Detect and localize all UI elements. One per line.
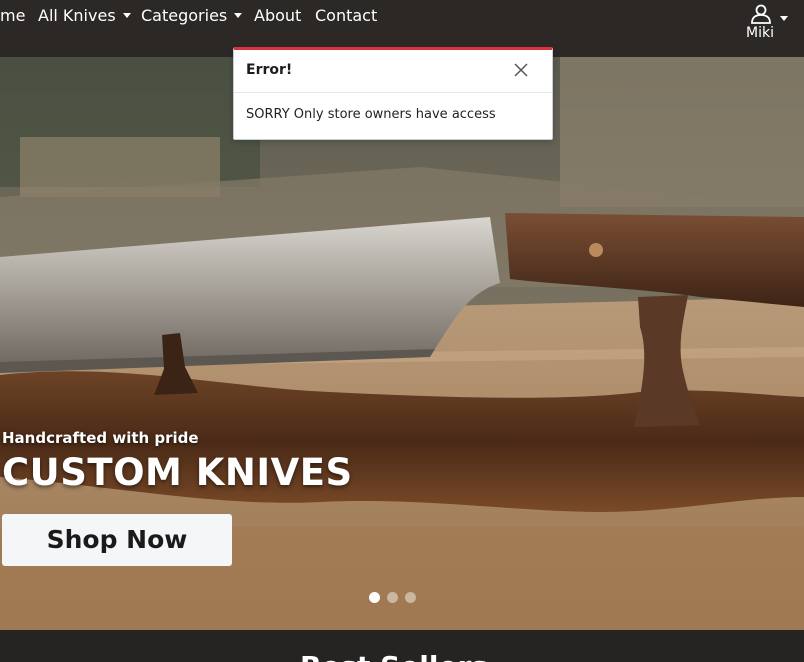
chevron-down-icon (234, 13, 243, 18)
nav-categories-dropdown[interactable]: Categories (141, 6, 243, 26)
best-sellers-section: Best Sellers (0, 630, 804, 662)
toast-title: Error! (246, 62, 293, 78)
chevron-down-icon (122, 13, 131, 18)
carousel-indicator-3[interactable] (405, 592, 416, 603)
nav-home-link[interactable]: me (0, 6, 25, 26)
toast-message: SORRY Only store owners have access (246, 107, 496, 122)
user-icon (751, 4, 771, 24)
shop-now-button[interactable]: Shop Now (2, 514, 232, 566)
section-title: Best Sellers (300, 650, 488, 662)
hero-carousel: Handcrafted with pride CUSTOM KNIVES Sho… (0, 57, 804, 630)
user-name: Miki (746, 25, 774, 41)
close-toast-button[interactable] (510, 59, 532, 81)
close-icon (514, 63, 528, 77)
carousel-indicator-1[interactable] (369, 592, 380, 603)
user-menu-dropdown[interactable]: Miki (744, 4, 794, 44)
nav-all-knives-dropdown[interactable]: All Knives (38, 6, 131, 26)
chevron-down-icon (780, 16, 788, 21)
hero-tagline: Handcrafted with pride (2, 429, 199, 447)
nav-categories-label: Categories (141, 6, 228, 25)
nav-all-knives-label: All Knives (38, 6, 116, 25)
error-toast: Error! SORRY Only store owners have acce… (233, 47, 553, 140)
toast-header: Error! (234, 50, 552, 93)
carousel-indicator-2[interactable] (387, 592, 398, 603)
nav-about-link[interactable]: About (254, 6, 301, 26)
hero-headline: CUSTOM KNIVES (2, 451, 353, 494)
nav-contact-link[interactable]: Contact (315, 6, 377, 26)
